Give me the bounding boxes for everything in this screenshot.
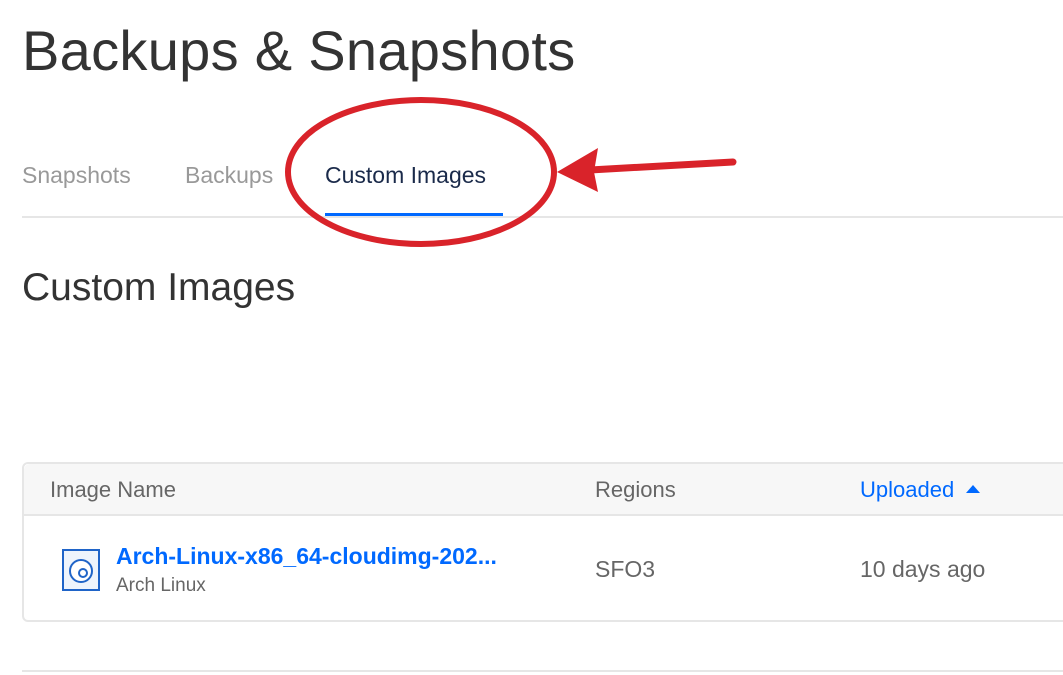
tab-bar: Snapshots Backups Custom Images (22, 150, 1063, 218)
column-header-regions[interactable]: Regions (595, 477, 676, 503)
custom-images-table: Image Name Regions Uploaded Arch-Linux-x… (22, 462, 1063, 622)
divider (22, 670, 1063, 672)
tab-backups[interactable]: Backups (185, 162, 273, 189)
tab-custom-images[interactable]: Custom Images (325, 162, 486, 189)
active-tab-indicator (325, 213, 503, 216)
image-name-link[interactable]: Arch-Linux-x86_64-cloudimg-202... (116, 543, 497, 570)
image-distribution: Arch Linux (116, 575, 206, 596)
image-region: SFO3 (595, 556, 656, 582)
tab-snapshots[interactable]: Snapshots (22, 162, 131, 189)
table-row[interactable]: Arch-Linux-x86_64-cloudimg-202... Arch L… (24, 516, 1063, 622)
column-header-uploaded-label: Uploaded (860, 477, 955, 502)
disk-image-icon (62, 549, 100, 591)
page-title: Backups & Snapshots (22, 19, 576, 82)
table-header: Image Name Regions Uploaded (24, 464, 1063, 516)
sort-ascending-icon (966, 485, 981, 493)
column-header-image-name[interactable]: Image Name (50, 477, 176, 503)
image-uploaded-time: 10 days ago (860, 556, 986, 582)
column-header-uploaded[interactable]: Uploaded (860, 477, 981, 503)
section-title: Custom Images (22, 266, 296, 309)
backups-snapshots-page: Backups & Snapshots Snapshots Backups Cu… (0, 0, 1063, 675)
